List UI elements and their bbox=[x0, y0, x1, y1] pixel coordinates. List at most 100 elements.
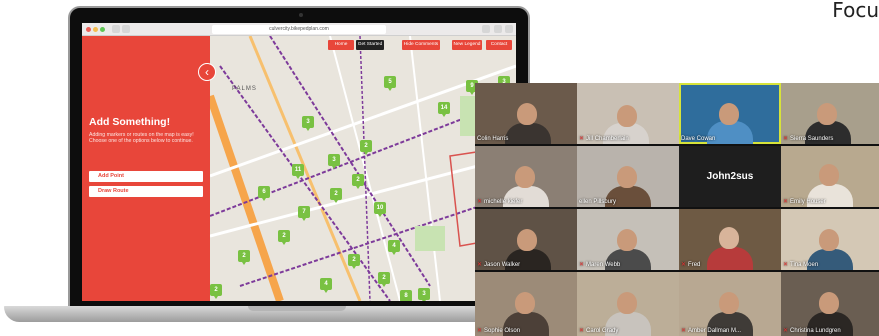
participant-tile-no-video[interactable]: John2sus bbox=[679, 146, 781, 207]
corner-text: Focu bbox=[832, 0, 879, 22]
participant-tile[interactable]: ✕ Christina Lundgren bbox=[781, 272, 879, 336]
participant-face bbox=[617, 229, 637, 251]
map-marker[interactable]: 5 bbox=[384, 76, 396, 91]
promo-composite: Focu culvercity.bikepedplan.com Add Some… bbox=[0, 0, 879, 336]
map-view[interactable]: PALMS Home Get Started Hide Comments New… bbox=[210, 36, 516, 301]
participant-name: ellen Pillsbury bbox=[579, 199, 617, 205]
close-window-icon[interactable] bbox=[86, 27, 91, 32]
participant-tile[interactable]: ✕ Jill Chamberlain bbox=[577, 83, 679, 144]
participant-face bbox=[515, 292, 535, 314]
participant-tile-active-speaker[interactable]: Dave Cowan bbox=[679, 83, 781, 144]
participant-tile[interactable]: ✕ Jason Walker bbox=[475, 209, 577, 270]
participant-name: ✕ Tina Moen bbox=[783, 262, 819, 268]
map-marker[interactable]: 8 bbox=[400, 290, 412, 301]
participant-face bbox=[515, 166, 535, 188]
panel-description: Adding markers or routes on the map is e… bbox=[89, 132, 194, 145]
muted-mic-icon: ✕ bbox=[681, 328, 687, 334]
map-marker[interactable]: 7 bbox=[298, 206, 310, 221]
participant-face bbox=[517, 103, 537, 125]
participant-tile[interactable]: ✕ Emily Houser bbox=[781, 146, 879, 207]
map-marker[interactable]: 3 bbox=[328, 154, 340, 169]
participant-tile[interactable]: ✕ Carol Grady bbox=[577, 272, 679, 336]
laptop-notch bbox=[248, 306, 346, 311]
laptop-lid: culvercity.bikepedplan.com Add Something… bbox=[68, 6, 530, 308]
nav-contact[interactable]: Contact bbox=[486, 40, 512, 50]
map-marker[interactable]: 2 bbox=[378, 272, 390, 287]
participant-face bbox=[719, 227, 739, 249]
add-point-button[interactable]: Add Point bbox=[89, 171, 203, 182]
participant-face bbox=[617, 105, 637, 127]
collapse-panel-button[interactable]: ‹ bbox=[198, 63, 216, 81]
participant-tile[interactable]: ✕ Tina Moen bbox=[781, 209, 879, 270]
maximize-window-icon[interactable] bbox=[100, 27, 105, 32]
participant-name: ✕ michelle kiefer bbox=[477, 199, 523, 205]
muted-mic-icon: ✕ bbox=[783, 136, 789, 142]
muted-mic-icon: ✕ bbox=[681, 262, 687, 268]
participant-name: ✕ Fred bbox=[681, 262, 701, 268]
participant-name: ✕ Carol Grady bbox=[579, 328, 619, 334]
participant-figure bbox=[505, 123, 551, 144]
map-marker[interactable]: 3 bbox=[302, 116, 314, 131]
participant-name: ✕ Jason Walker bbox=[477, 262, 521, 268]
muted-mic-icon: ✕ bbox=[783, 328, 789, 334]
participant-tile[interactable]: Colin Harris bbox=[475, 83, 577, 144]
nav-new-legend[interactable]: New Legend bbox=[452, 40, 482, 50]
participant-name: ✕ Jill Chamberlain bbox=[579, 136, 629, 142]
laptop-screen: culvercity.bikepedplan.com Add Something… bbox=[82, 23, 516, 301]
back-icon[interactable] bbox=[112, 25, 120, 33]
participant-tile[interactable]: ellen Pillsbury bbox=[577, 146, 679, 207]
muted-mic-icon: ✕ bbox=[783, 262, 789, 268]
participant-tile[interactable]: ✕ Sierra Saunders bbox=[781, 83, 879, 144]
participant-name: Colin Harris bbox=[477, 136, 509, 142]
forward-icon[interactable] bbox=[122, 25, 130, 33]
participant-face bbox=[819, 164, 839, 186]
nav-get-started[interactable]: Get Started bbox=[356, 40, 384, 50]
map-marker[interactable]: 4 bbox=[320, 278, 332, 293]
participant-tile[interactable]: ✕ michelle kiefer bbox=[475, 146, 577, 207]
participant-face bbox=[819, 292, 839, 314]
participant-name-placeholder: John2sus bbox=[706, 171, 754, 182]
participant-name: ✕ Sophie Olson bbox=[477, 328, 521, 334]
map-marker[interactable]: 2 bbox=[330, 188, 342, 203]
map-marker[interactable]: 10 bbox=[374, 202, 386, 217]
browser-toolbar: culvercity.bikepedplan.com bbox=[82, 23, 516, 36]
address-bar[interactable]: culvercity.bikepedplan.com bbox=[212, 25, 386, 34]
map-marker[interactable]: 2 bbox=[210, 284, 222, 299]
map-marker[interactable]: 3 bbox=[418, 288, 430, 301]
participant-face bbox=[817, 103, 837, 125]
map-marker[interactable]: 2 bbox=[278, 230, 290, 245]
participant-name: ✕ Maren Webb bbox=[579, 262, 621, 268]
map-marker[interactable]: 2 bbox=[352, 174, 364, 189]
participant-tile[interactable]: ✕ Fred bbox=[679, 209, 781, 270]
nav-home[interactable]: Home bbox=[328, 40, 354, 50]
participant-name: ✕ Christina Lundgren bbox=[783, 328, 841, 334]
camera-dot bbox=[299, 13, 303, 17]
map-marker[interactable]: 2 bbox=[238, 250, 250, 265]
add-tab-icon[interactable] bbox=[505, 25, 513, 33]
nav-hide-comments[interactable]: Hide Comments bbox=[402, 40, 440, 50]
draw-route-button[interactable]: Draw Route bbox=[89, 186, 203, 197]
map-marker[interactable]: 11 bbox=[292, 164, 304, 179]
participant-tile[interactable]: ✕ Amber Dallman M... bbox=[679, 272, 781, 336]
muted-mic-icon: ✕ bbox=[783, 199, 789, 205]
map-marker[interactable]: 2 bbox=[360, 140, 372, 155]
tabs-icon[interactable] bbox=[494, 25, 502, 33]
participant-tile[interactable]: ✕ Maren Webb bbox=[577, 209, 679, 270]
map-marker[interactable]: 4 bbox=[388, 240, 400, 255]
participant-face bbox=[719, 292, 739, 314]
map-marker[interactable]: 14 bbox=[438, 102, 450, 117]
map-marker[interactable]: 2 bbox=[348, 254, 360, 269]
muted-mic-icon: ✕ bbox=[579, 136, 585, 142]
muted-mic-icon: ✕ bbox=[477, 328, 483, 334]
video-call-gallery: Colin Harris ✕ Jill Chamberlain Dave Cowa… bbox=[475, 83, 879, 336]
muted-mic-icon: ✕ bbox=[477, 199, 483, 205]
map-marker[interactable]: 6 bbox=[258, 186, 270, 201]
share-icon[interactable] bbox=[482, 25, 490, 33]
participant-face bbox=[719, 103, 739, 125]
panel-title: Add Something! bbox=[89, 116, 171, 128]
minimize-window-icon[interactable] bbox=[93, 27, 98, 32]
add-something-panel: Add Something! Adding markers or routes … bbox=[82, 36, 210, 301]
participant-tile[interactable]: ✕ Sophie Olson bbox=[475, 272, 577, 336]
participant-face bbox=[617, 166, 637, 188]
participant-name: ✕ Sierra Saunders bbox=[783, 136, 834, 142]
